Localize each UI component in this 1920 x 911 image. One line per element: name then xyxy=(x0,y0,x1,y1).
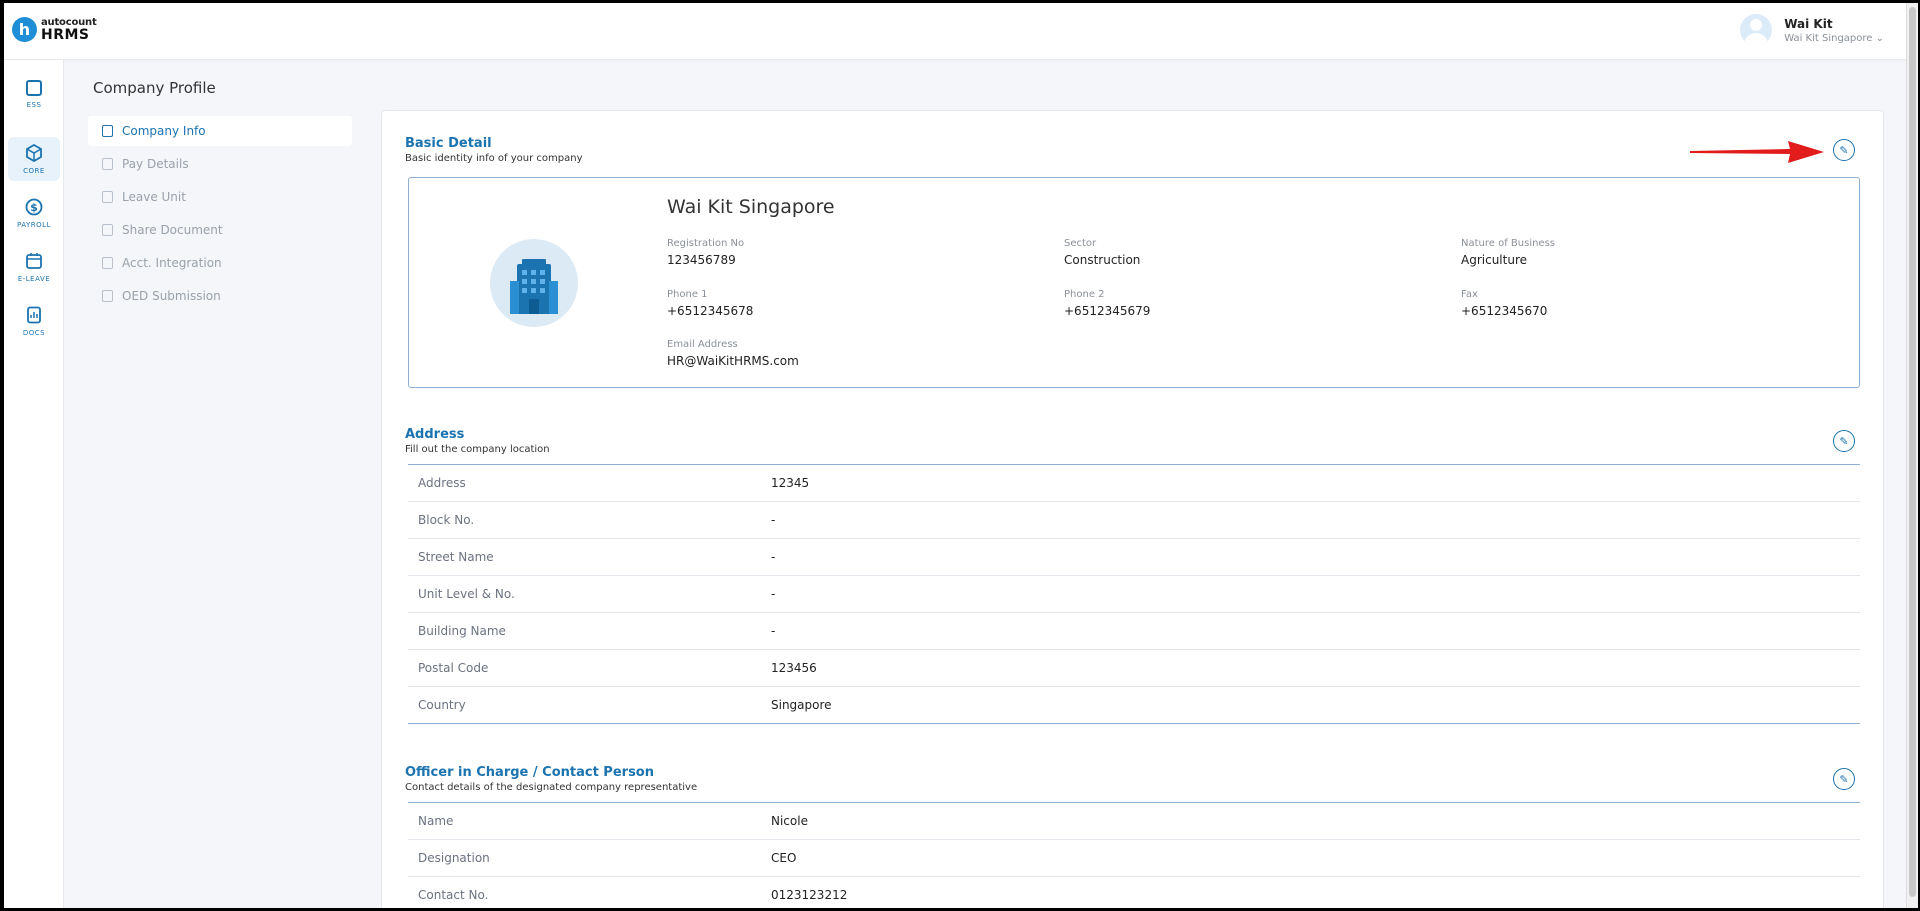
table-row: Name Nicole xyxy=(408,803,1860,840)
app-window: h autocount HRMS Wai Kit Wai Kit Singapo… xyxy=(4,3,1906,908)
user-menu[interactable]: Wai Kit Wai Kit Singapore ⌄ xyxy=(1740,14,1884,46)
pencil-icon: ✎ xyxy=(1839,434,1849,448)
integration-icon xyxy=(102,257,113,269)
subnav-label: Company Info xyxy=(122,124,206,138)
table-row: Contact No. 0123123212 xyxy=(408,877,1860,908)
officer-subtitle: Contact details of the designated compan… xyxy=(405,782,698,793)
address-table: Address 12345 Block No. - Street Name - Uni… xyxy=(408,464,1860,724)
subnav-pay-details[interactable]: Pay Details xyxy=(88,149,352,179)
subnav-label: Share Document xyxy=(122,223,223,237)
building-icon xyxy=(102,125,113,137)
subnav-label: Leave Unit xyxy=(122,190,186,204)
app-logo[interactable]: h autocount HRMS xyxy=(12,17,97,42)
share-document-icon xyxy=(102,224,113,236)
edit-address-button[interactable]: ✎ xyxy=(1833,430,1855,452)
docs-icon xyxy=(27,306,41,323)
officer-table: Name Nicole Designation CEO Contact No. 012… xyxy=(408,802,1860,908)
ess-icon xyxy=(26,79,42,96)
rail-item-core[interactable]: CORE xyxy=(8,137,60,181)
document-icon xyxy=(102,158,113,170)
subnav-label: Acct. Integration xyxy=(122,256,222,270)
field-sector: Sector Construction xyxy=(1064,238,1141,267)
svg-text:$: $ xyxy=(30,201,38,214)
subnav-label: Pay Details xyxy=(122,157,189,171)
field-phone-2: Phone 2 +6512345679 xyxy=(1064,289,1151,318)
building-icon xyxy=(510,259,558,314)
rail-item-eleave[interactable]: E-LEAVE xyxy=(8,245,60,289)
submission-icon xyxy=(102,290,113,302)
subnav-share-document[interactable]: Share Document xyxy=(88,215,352,245)
basic-detail-title: Basic Detail xyxy=(405,136,492,151)
pencil-icon: ✎ xyxy=(1839,143,1849,157)
payroll-icon: $ xyxy=(25,198,43,215)
edit-basic-detail-button[interactable]: ✎ xyxy=(1833,139,1855,161)
rail-item-label: CORE xyxy=(23,166,45,175)
page-title: Company Profile xyxy=(93,79,216,97)
basic-detail-box: Wai Kit Singapore Registration No 123456… xyxy=(408,177,1860,388)
rail-item-label: DOCS xyxy=(22,328,46,337)
address-subtitle: Fill out the company location xyxy=(405,444,550,455)
edit-officer-button[interactable]: ✎ xyxy=(1833,768,1855,790)
subnav-oed-submission[interactable]: OED Submission xyxy=(88,281,352,311)
field-phone-1: Phone 1 +6512345678 xyxy=(667,289,754,318)
red-arrow-annotation xyxy=(1690,141,1824,163)
table-row: Country Singapore xyxy=(408,687,1860,724)
field-nature-of-business: Nature of Business Agriculture xyxy=(1461,238,1556,267)
rail-item-ess[interactable]: ESS xyxy=(8,72,60,116)
logo-product: HRMS xyxy=(41,26,90,43)
logo-brand: autocount xyxy=(41,16,97,28)
table-row: Designation CEO xyxy=(408,840,1860,877)
logo-icon: h xyxy=(12,17,37,42)
company-name: Wai Kit Singapore xyxy=(667,196,835,218)
officer-title: Officer in Charge / Contact Person xyxy=(405,765,654,780)
calendar-icon xyxy=(102,191,113,203)
subnav-acct-integration[interactable]: Acct. Integration xyxy=(88,248,352,278)
subnav-company-info[interactable]: Company Info xyxy=(88,116,352,146)
rail-item-label: E-LEAVE xyxy=(17,274,51,283)
field-email: Email Address HR@WaiKitHRMS.com xyxy=(667,339,799,368)
vertical-scrollbar[interactable] xyxy=(1906,3,1918,908)
avatar xyxy=(1740,14,1773,46)
top-bar: h autocount HRMS Wai Kit Wai Kit Singapo… xyxy=(4,3,1906,60)
rail-item-label: ESS xyxy=(26,100,42,109)
table-row: Unit Level & No. - xyxy=(408,576,1860,613)
calendar-icon xyxy=(26,252,42,269)
table-row: Street Name - xyxy=(408,539,1860,576)
core-icon xyxy=(26,143,42,162)
address-title: Address xyxy=(405,427,465,442)
profile-subnav: Company Info Pay Details Leave Unit Shar… xyxy=(88,116,352,314)
field-registration-no: Registration No 123456789 xyxy=(667,238,745,267)
subnav-label: OED Submission xyxy=(122,289,221,303)
basic-detail-subtitle: Basic identity info of your company xyxy=(405,153,583,164)
module-rail: ESS CORE $ PAYROLL E-LEAVE DOCS xyxy=(4,60,64,908)
subnav-leave-unit[interactable]: Leave Unit xyxy=(88,182,352,212)
pencil-icon: ✎ xyxy=(1839,772,1849,786)
field-fax: Fax +6512345670 xyxy=(1461,289,1548,318)
user-name: Wai Kit xyxy=(1784,16,1833,31)
table-row: Postal Code 123456 xyxy=(408,650,1860,687)
rail-item-payroll[interactable]: $ PAYROLL xyxy=(8,191,60,235)
rail-item-docs[interactable]: DOCS xyxy=(8,299,60,343)
scrollbar-thumb[interactable] xyxy=(1909,7,1916,897)
table-row: Building Name - xyxy=(408,613,1860,650)
user-company-select[interactable]: Wai Kit Singapore ⌄ xyxy=(1784,33,1884,44)
rail-item-label: PAYROLL xyxy=(17,220,51,229)
table-row: Block No. - xyxy=(408,502,1860,539)
table-row: Address 12345 xyxy=(408,465,1860,502)
company-logo xyxy=(490,239,578,327)
